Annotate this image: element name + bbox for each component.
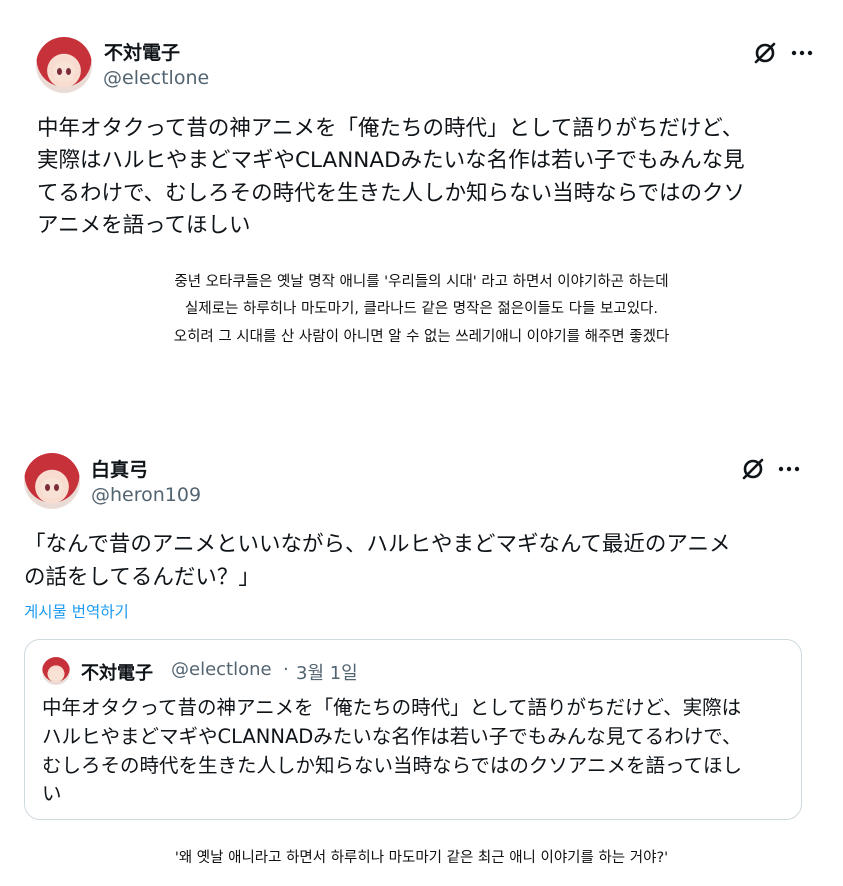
author-name[interactable]: 不対電子 <box>104 38 180 65</box>
quoted-text-line: い <box>42 782 62 805</box>
quoted-post-date: 3월 1일 <box>296 663 358 684</box>
post-text-line: の話をしてるんだい？」 <box>24 565 260 590</box>
slashed-circle-icon[interactable] <box>752 40 778 66</box>
post-text-line: 実際はハルヒやまどマギやCLANNADみたいな名作は若い子でもみんな見 <box>37 148 745 173</box>
author-handle[interactable]: @electlone <box>103 67 209 89</box>
caption-line: 중년 오타쿠들은 옛날 명작 애니를 '우리들의 시대' 라고 하면서 이야기하… <box>174 274 669 290</box>
post-text-line: アニメを語ってほしい <box>37 213 251 238</box>
quoted-text-line: 中年オタクって昔の神アニメを「俺たちの時代」として語りがちだけど、実際は <box>42 696 742 719</box>
post-text-line: 「なんで昔のアニメといいながら、ハルヒやまどマギなんて最近のアニメ <box>24 532 731 557</box>
translate-post-link[interactable]: 게시물 번역하기 <box>24 600 129 622</box>
quoted-author-name: 不対電子 <box>81 663 153 684</box>
quoted-author-handle: @electlone <box>171 659 272 680</box>
avatar <box>42 657 70 685</box>
quoted-text-line: ハルヒやまどマギやCLANNADみたいな名作は若い子でもみんな見てるわけで、 <box>42 725 742 748</box>
caption-2: '왜 옛날 애니라고 하면서 하루히나 마도마기 같은 최근 애니 이야기를 하… <box>174 850 669 866</box>
caption-line: 실제로는 하루히나 마도마기, 클라나드 같은 명작은 젊은이들도 다들 보고있… <box>185 301 658 317</box>
author-name[interactable]: 白真弓 <box>91 455 148 482</box>
quoted-post-card[interactable]: 不対電子 @electlone · 3월 1일 中年オタクって昔の神アニメを「俺… <box>24 639 802 820</box>
post-text-line: てるわけで、むしろその時代を生きた人しか知らない当時ならではのクソ <box>37 181 745 206</box>
more-dots-icon[interactable] <box>791 45 813 59</box>
avatar[interactable] <box>24 453 80 509</box>
post-text-line: 中年オタクって昔の神アニメを「俺たちの時代」として語りがちだけど、 <box>37 116 744 141</box>
caption-line: 오히려 그 시대를 산 사람이 아니면 알 수 없는 쓰레기애니 이야기를 해주… <box>173 329 670 345</box>
separator-dot: · <box>283 659 289 680</box>
more-dots-icon[interactable] <box>778 461 800 475</box>
avatar[interactable] <box>36 37 92 93</box>
author-handle[interactable]: @heron109 <box>91 484 201 506</box>
slashed-circle-icon[interactable] <box>740 456 766 482</box>
quoted-text-line: むしろその時代を生きた人しか知らない当時ならではのクソアニメを語ってほし <box>42 754 743 777</box>
